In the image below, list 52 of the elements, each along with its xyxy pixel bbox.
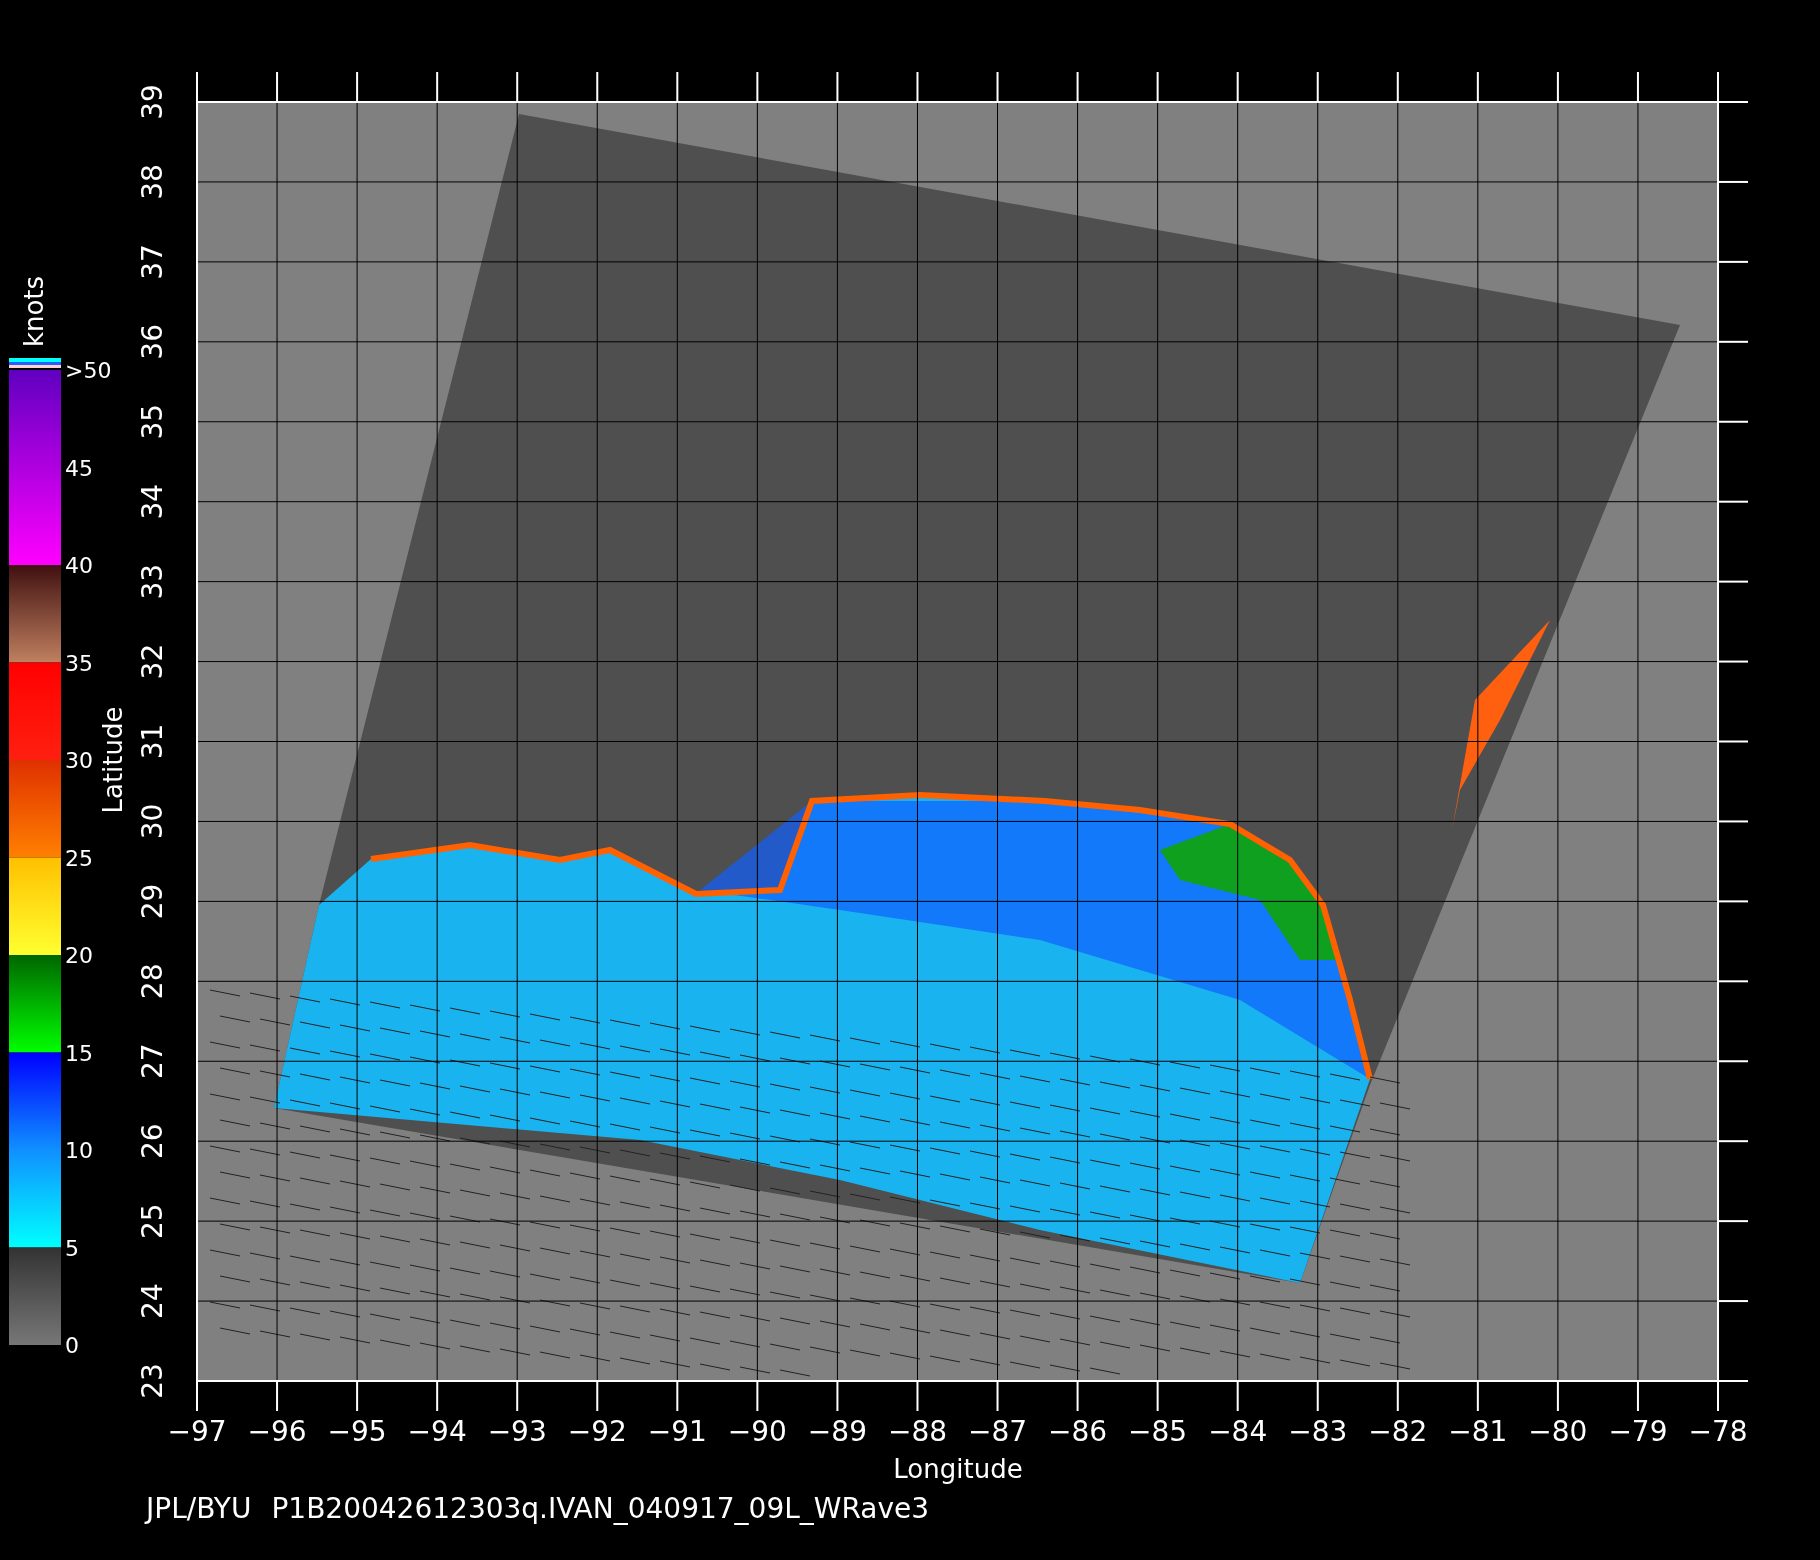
- tick-label: −90: [727, 1415, 787, 1448]
- tick-label: 23: [136, 1363, 169, 1399]
- tick-label: −96: [247, 1415, 307, 1448]
- tick-label: 31: [136, 723, 169, 760]
- colorbar-label: 45: [65, 456, 94, 481]
- unit-label: knots: [18, 275, 51, 347]
- tick-label: 29: [136, 883, 169, 920]
- tick-label: −84: [1208, 1415, 1268, 1448]
- colorbar-label: 25: [65, 846, 94, 871]
- tick-label: −89: [807, 1415, 867, 1448]
- colorbar-label: 0: [65, 1334, 80, 1358]
- axis-label: Longitude: [893, 1454, 1023, 1484]
- tick-label: −81: [1448, 1415, 1508, 1448]
- tick-label: −94: [407, 1415, 467, 1448]
- tick-label: 35: [136, 403, 169, 440]
- tick-label: −91: [647, 1415, 707, 1448]
- colorbar-label: 35: [65, 651, 94, 676]
- tick-label: 26: [136, 1123, 169, 1159]
- tick-label: 34: [136, 483, 169, 520]
- colorbar-label: 5: [65, 1236, 80, 1261]
- tick-label: 32: [136, 643, 169, 680]
- tick-label: 28: [136, 963, 169, 1000]
- tick-label: −86: [1048, 1415, 1108, 1448]
- tick-label: 39: [136, 84, 169, 120]
- tick-label: 36: [136, 324, 169, 360]
- colorbar-label: 10: [65, 1139, 94, 1163]
- tick-label: 38: [136, 164, 169, 200]
- tick-label: −88: [887, 1415, 947, 1448]
- tick-label: −93: [487, 1415, 547, 1448]
- tick-label: −97: [167, 1415, 227, 1448]
- tick-label: −95: [327, 1415, 387, 1448]
- colorbar-label: 20: [65, 944, 94, 968]
- tick-label: 24: [136, 1283, 169, 1319]
- tick-label: −92: [567, 1415, 627, 1448]
- tick-label: 25: [136, 1203, 169, 1239]
- tick-label: −87: [968, 1415, 1028, 1448]
- colorbar-label: >50: [65, 359, 112, 383]
- tick-label: 33: [136, 563, 169, 600]
- axis-label: Latitude: [98, 706, 128, 814]
- tick-label: −83: [1288, 1415, 1348, 1448]
- tick-label: −79: [1608, 1415, 1668, 1448]
- tick-label: −85: [1128, 1415, 1188, 1448]
- tick-label: −82: [1368, 1415, 1428, 1448]
- tick-label: 30: [136, 803, 169, 840]
- colorbar-label: 15: [65, 1041, 94, 1066]
- colorbar-label: 40: [65, 554, 94, 578]
- tick-label: 37: [136, 244, 169, 280]
- tick-label: −78: [1688, 1415, 1748, 1448]
- plot-caption: P1B20042612303q.IVAN_040917_09L_WRave3: [271, 1491, 930, 1527]
- tick-label: −80: [1528, 1415, 1588, 1448]
- tick-label: 27: [136, 1043, 169, 1080]
- plot-caption: JPL/BYU: [146, 1491, 252, 1527]
